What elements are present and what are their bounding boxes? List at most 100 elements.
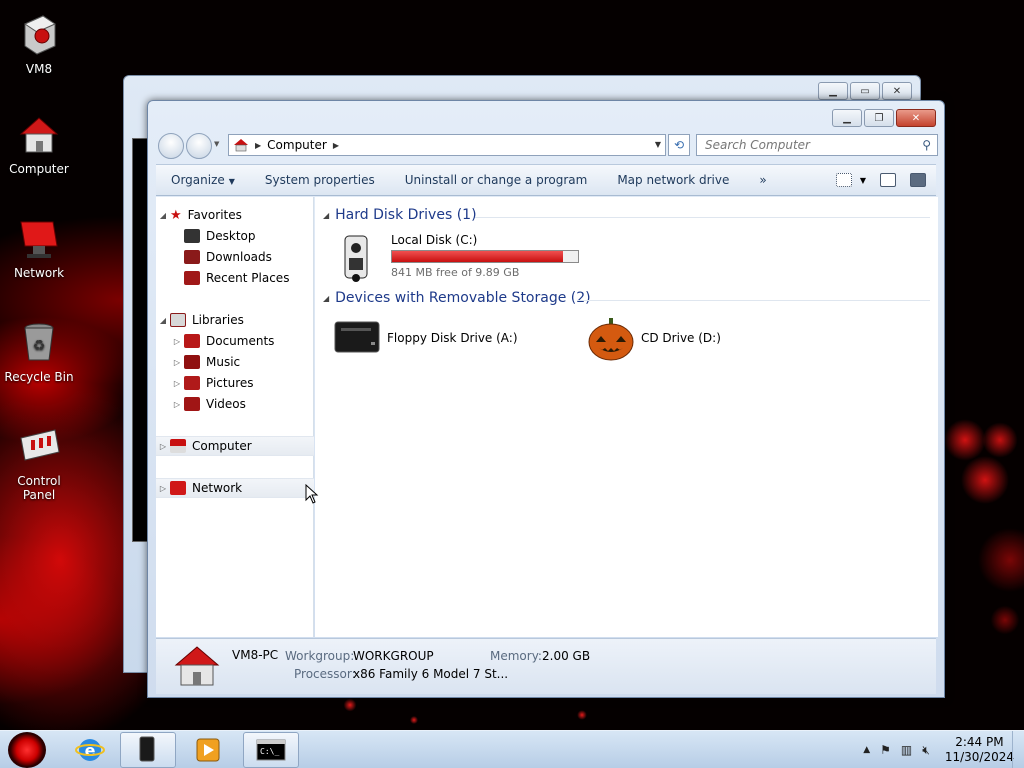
nav-label: Libraries bbox=[192, 313, 244, 327]
breadcrumb-arrow-icon[interactable]: ▶ bbox=[333, 141, 339, 150]
back-button[interactable] bbox=[158, 133, 184, 159]
recent-places-icon bbox=[184, 271, 200, 285]
drive-floppy-a[interactable]: Floppy Disk Drive (A:) bbox=[333, 316, 518, 360]
chevron-down-icon: ▼ bbox=[228, 177, 235, 186]
change-view-button[interactable]: ▼ bbox=[835, 173, 866, 187]
uninstall-program-button[interactable]: Uninstall or change a program bbox=[390, 173, 603, 187]
nav-label: Videos bbox=[206, 397, 246, 411]
expand-icon[interactable]: ▷ bbox=[170, 379, 184, 388]
window-controls: ▁ ❐ ✕ bbox=[832, 109, 936, 127]
help-button[interactable] bbox=[910, 173, 926, 187]
breadcrumb-computer[interactable]: Computer bbox=[267, 138, 327, 152]
more-commands-button[interactable]: » bbox=[744, 173, 781, 187]
desktop-icon-recycle-bin[interactable]: ♻ Recycle Bin bbox=[0, 320, 78, 384]
nav-favorites[interactable]: ◢ ★ Favorites bbox=[156, 205, 314, 225]
organize-button[interactable]: Organize ▼ bbox=[156, 173, 250, 187]
system-properties-button[interactable]: System properties bbox=[250, 173, 390, 187]
desktop-icon-computer[interactable]: Computer bbox=[0, 112, 78, 176]
music-icon bbox=[184, 355, 200, 369]
expand-icon[interactable]: ▷ bbox=[156, 484, 170, 493]
desktop-icon-vm8[interactable]: VM8 bbox=[0, 12, 78, 76]
nav-recent-places[interactable]: Recent Places bbox=[156, 268, 314, 288]
close-button[interactable]: ✕ bbox=[896, 109, 936, 127]
refresh-button[interactable]: ⟲ bbox=[668, 134, 690, 156]
details-pane: VM8-PC Workgroup: WORKGROUP Memory: 2.00… bbox=[156, 638, 936, 694]
nav-network[interactable]: ▷ Network bbox=[156, 478, 314, 498]
nav-music[interactable]: ▷ Music bbox=[156, 352, 314, 372]
expand-icon[interactable]: ▷ bbox=[170, 337, 184, 346]
close-button[interactable]: ✕ bbox=[882, 82, 912, 100]
nav-documents[interactable]: ▷ Documents bbox=[156, 331, 314, 351]
drive-name: CD Drive (D:) bbox=[641, 331, 721, 345]
search-input[interactable]: Search Computer ⚲ bbox=[696, 134, 938, 156]
chevron-down-icon: ▼ bbox=[859, 175, 866, 185]
expand-icon[interactable]: ▷ bbox=[170, 400, 184, 409]
nav-label: Pictures bbox=[206, 376, 254, 390]
navigation-bar: ▼ ▶ Computer ▶ ▼ ⟲ Search Computer ⚲ bbox=[156, 132, 938, 160]
taskbar-media-player[interactable] bbox=[180, 732, 236, 768]
network-tray-icon[interactable]: ▥ bbox=[901, 743, 912, 757]
drive-free-space: 841 MB free of 9.89 GB bbox=[391, 266, 520, 279]
workgroup-value: WORKGROUP bbox=[353, 649, 434, 663]
collapse-icon[interactable]: ◢ bbox=[156, 316, 170, 325]
collapse-icon[interactable]: ◢ bbox=[323, 294, 329, 303]
nav-pictures[interactable]: ▷ Pictures bbox=[156, 373, 314, 393]
address-bar[interactable]: ▶ Computer ▶ ▼ bbox=[228, 134, 666, 156]
nav-desktop[interactable]: Desktop bbox=[156, 226, 314, 246]
nav-videos[interactable]: ▷ Videos bbox=[156, 394, 314, 414]
nav-downloads[interactable]: Downloads bbox=[156, 247, 314, 267]
network-icon bbox=[17, 216, 61, 260]
recent-pages-dropdown-icon[interactable]: ▼ bbox=[214, 140, 219, 148]
recycle-bin-icon: ♻ bbox=[17, 320, 61, 364]
forward-button[interactable] bbox=[186, 133, 212, 159]
disk-usage-fill bbox=[392, 251, 563, 262]
breadcrumb-arrow-icon[interactable]: ▶ bbox=[255, 141, 261, 150]
clock[interactable]: 2:44 PM 11/30/2024 bbox=[945, 735, 1014, 765]
maximize-button[interactable]: ▭ bbox=[850, 82, 880, 100]
drive-name: Local Disk (C:) bbox=[391, 233, 478, 247]
svg-text:♻: ♻ bbox=[33, 338, 46, 354]
nav-libraries[interactable]: ◢ Libraries bbox=[156, 310, 314, 330]
svg-text:e: e bbox=[85, 741, 96, 760]
drive-local-disk-c[interactable]: Local Disk (C:) 841 MB free of 9.89 GB bbox=[337, 233, 579, 282]
start-button[interactable] bbox=[8, 732, 46, 768]
minimize-button[interactable]: ▁ bbox=[818, 82, 848, 100]
desktop-icon-network[interactable]: Network bbox=[0, 216, 78, 280]
group-hard-disk-drives[interactable]: ◢ Hard Disk Drives (1) bbox=[323, 207, 477, 223]
desktop-icon-control-panel[interactable]: Control Panel bbox=[0, 424, 78, 502]
address-dropdown-icon[interactable]: ▼ bbox=[655, 140, 661, 149]
group-title: Devices with Removable Storage (2) bbox=[335, 290, 591, 306]
collapse-icon[interactable]: ◢ bbox=[156, 211, 170, 220]
pictures-icon bbox=[184, 376, 200, 390]
computer-house-icon bbox=[17, 112, 61, 156]
nav-label: Music bbox=[206, 355, 241, 369]
mouse-cursor-icon bbox=[305, 484, 319, 504]
drive-cd-d[interactable]: CD Drive (D:) bbox=[587, 316, 721, 361]
processor-label: Processor: bbox=[294, 667, 356, 681]
nav-label: Computer bbox=[192, 439, 252, 453]
taskbar-explorer[interactable] bbox=[120, 732, 176, 768]
collapse-icon[interactable]: ◢ bbox=[323, 211, 329, 220]
view-icon bbox=[835, 173, 852, 187]
explorer-window[interactable]: ▁ ❐ ✕ ▼ ▶ Computer ▶ ▼ ⟲ Search Computer… bbox=[147, 100, 945, 698]
drive-name: Floppy Disk Drive (A:) bbox=[387, 331, 518, 345]
show-desktop-button[interactable] bbox=[1012, 731, 1024, 768]
navigation-pane: ◢ ★ Favorites Desktop Downloads Recent P… bbox=[156, 197, 314, 637]
taskbar-command-prompt[interactable]: C:\_ bbox=[243, 732, 299, 768]
expand-icon[interactable]: ▷ bbox=[156, 442, 170, 451]
action-center-flag-icon[interactable]: ⚑ bbox=[880, 743, 891, 757]
map-network-drive-button[interactable]: Map network drive bbox=[602, 173, 744, 187]
internet-explorer-icon: e bbox=[75, 739, 105, 761]
show-hidden-icons-button[interactable]: ▲ bbox=[863, 745, 870, 755]
nav-label: Network bbox=[192, 481, 243, 495]
restore-button[interactable]: ❐ bbox=[864, 109, 894, 127]
nav-computer[interactable]: ▷ Computer bbox=[156, 436, 314, 456]
preview-pane-button[interactable] bbox=[880, 173, 896, 187]
group-removable-storage[interactable]: ◢ Devices with Removable Storage (2) bbox=[323, 290, 591, 306]
taskbar-internet-explorer[interactable]: e bbox=[62, 732, 118, 768]
content-pane: ◢ Hard Disk Drives (1) Local Disk (C:) 8… bbox=[315, 197, 938, 637]
volume-muted-icon[interactable]: 🔇︎ bbox=[922, 743, 930, 758]
processor-value: x86 Family 6 Model 7 St... bbox=[353, 667, 509, 681]
expand-icon[interactable]: ▷ bbox=[170, 358, 184, 367]
minimize-button[interactable]: ▁ bbox=[832, 109, 862, 127]
